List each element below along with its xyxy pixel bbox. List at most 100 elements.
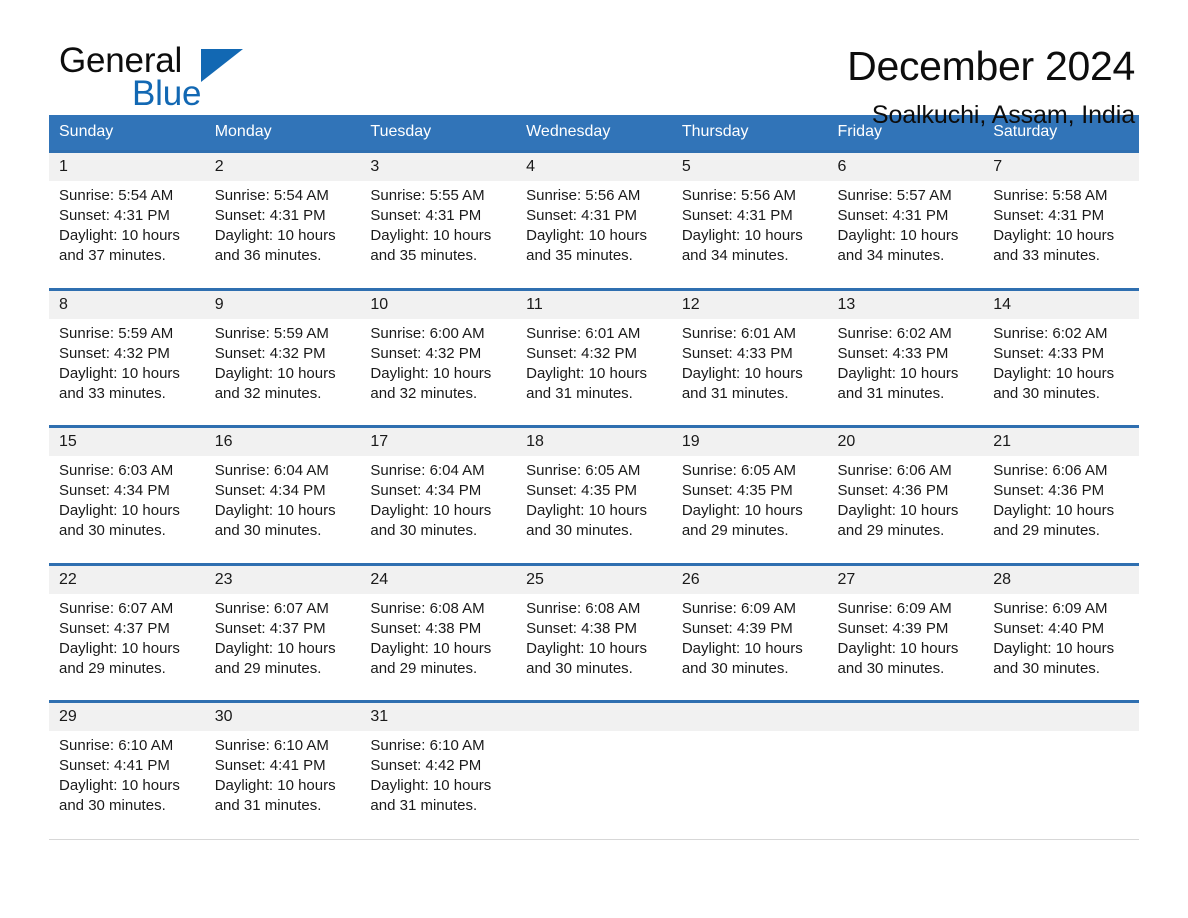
day-daylight1-text: Daylight: 10 hours xyxy=(59,364,180,382)
day-number[interactable]: 13 xyxy=(827,287,984,319)
day-sunrise-text: Sunrise: 6:05 AM xyxy=(681,462,797,479)
day-number[interactable]: 9 xyxy=(204,287,361,319)
day-number[interactable]: 20 xyxy=(827,425,984,456)
day-number[interactable]: 17 xyxy=(360,425,517,456)
day-details: Sunrise: 5:55 AM Sunset: 4:31 PM Daylight:… xyxy=(360,181,517,290)
day-daylight2-text: and 31 minutes. xyxy=(681,384,789,402)
day-number[interactable]: 25 xyxy=(516,562,672,594)
day-details: Sunrise: 6:10 AM Sunset: 4:41 PM Daylight:… xyxy=(204,731,361,840)
day-details: Sunrise: 6:06 AM Sunset: 4:36 PM Daylight:… xyxy=(983,456,1139,565)
day-number[interactable]: 4 xyxy=(516,150,672,181)
day-sunrise-text: Sunrise: 6:05 AM xyxy=(526,462,641,479)
day-sunrise-text: Sunrise: 5:54 AM xyxy=(214,187,329,204)
day-daylight1-text: Daylight: 10 hours xyxy=(837,364,959,382)
week-detail-row: Sunrise: 6:03 AM Sunset: 4:34 PM Daylight:… xyxy=(49,456,1139,565)
day-sunset-text: Sunset: 4:38 PM xyxy=(370,619,482,637)
day-number[interactable]: 1 xyxy=(49,150,205,181)
day-number[interactable]: 11 xyxy=(516,287,672,319)
day-sunset-text: Sunset: 4:31 PM xyxy=(214,207,326,224)
day-number[interactable]: 18 xyxy=(516,425,672,456)
day-number[interactable]: 3 xyxy=(360,150,517,181)
logo-triangle-icon xyxy=(201,49,243,82)
day-details: Sunrise: 6:09 AM Sunset: 4:39 PM Daylight:… xyxy=(827,593,984,702)
day-sunset-text: Sunset: 4:40 PM xyxy=(993,619,1105,637)
day-sunrise-text: Sunrise: 6:02 AM xyxy=(993,324,1108,342)
day-number[interactable]: 5 xyxy=(671,150,828,181)
day-daylight1-text: Daylight: 10 hours xyxy=(526,227,648,244)
empty-day-cell xyxy=(516,731,672,840)
day-number[interactable]: 21 xyxy=(983,425,1139,456)
day-daylight2-text: and 30 minutes. xyxy=(59,797,166,814)
day-number[interactable]: 26 xyxy=(671,562,828,594)
day-details: Sunrise: 5:54 AM Sunset: 4:31 PM Daylight:… xyxy=(49,181,205,290)
day-number[interactable]: 12 xyxy=(671,287,828,319)
day-daylight1-text: Daylight: 10 hours xyxy=(526,639,648,657)
day-number[interactable]: 7 xyxy=(983,150,1139,181)
empty-day-number xyxy=(827,700,984,731)
day-number[interactable]: 10 xyxy=(360,287,517,319)
day-number[interactable]: 30 xyxy=(204,700,361,731)
day-daylight2-text: and 32 minutes. xyxy=(370,384,478,402)
day-daylight2-text: and 29 minutes. xyxy=(370,659,478,677)
day-number[interactable]: 28 xyxy=(983,562,1139,594)
day-details: Sunrise: 6:02 AM Sunset: 4:33 PM Daylight:… xyxy=(827,318,984,427)
day-details: Sunrise: 5:57 AM Sunset: 4:31 PM Daylight:… xyxy=(827,181,984,290)
day-daylight1-text: Daylight: 10 hours xyxy=(214,639,336,657)
day-daylight1-text: Daylight: 10 hours xyxy=(370,364,492,382)
day-daylight2-text: and 31 minutes. xyxy=(370,797,478,814)
day-number[interactable]: 14 xyxy=(983,287,1139,319)
day-sunrise-text: Sunrise: 6:10 AM xyxy=(214,737,329,754)
day-number[interactable]: 29 xyxy=(49,700,205,731)
generalblue-logo[interactable]: General Blue xyxy=(49,42,309,128)
day-number[interactable]: 19 xyxy=(671,425,828,456)
day-number[interactable]: 16 xyxy=(204,425,361,456)
logo-text-blue: Blue xyxy=(132,74,202,113)
day-details: Sunrise: 5:56 AM Sunset: 4:31 PM Daylight:… xyxy=(671,181,828,290)
day-number[interactable]: 27 xyxy=(827,562,984,594)
day-details: Sunrise: 6:02 AM Sunset: 4:33 PM Daylight:… xyxy=(983,318,1139,427)
day-details: Sunrise: 5:58 AM Sunset: 4:31 PM Daylight:… xyxy=(983,181,1139,290)
day-number[interactable]: 24 xyxy=(360,562,517,594)
empty-day-cell xyxy=(983,731,1139,840)
day-sunrise-text: Sunrise: 6:10 AM xyxy=(370,737,485,754)
day-daylight1-text: Daylight: 10 hours xyxy=(214,502,336,519)
week-daynumber-row: 29 30 31 xyxy=(49,700,1139,731)
day-daylight1-text: Daylight: 10 hours xyxy=(59,502,180,519)
day-daylight1-text: Daylight: 10 hours xyxy=(214,777,336,794)
day-daylight1-text: Daylight: 10 hours xyxy=(370,777,492,794)
day-daylight2-text: and 35 minutes. xyxy=(526,247,633,264)
sunrise-sunset-calendar: Sunday Monday Tuesday Wednesday Thursday… xyxy=(49,115,1139,840)
day-number[interactable]: 22 xyxy=(49,562,205,594)
day-sunrise-text: Sunrise: 5:59 AM xyxy=(59,324,174,342)
day-number[interactable]: 2 xyxy=(204,150,361,181)
day-sunrise-text: Sunrise: 6:02 AM xyxy=(837,324,952,342)
day-sunset-text: Sunset: 4:32 PM xyxy=(526,344,638,362)
day-daylight2-text: and 30 minutes. xyxy=(526,659,633,677)
day-sunrise-text: Sunrise: 6:06 AM xyxy=(993,462,1108,479)
day-number[interactable]: 6 xyxy=(827,150,984,181)
day-details: Sunrise: 6:01 AM Sunset: 4:33 PM Daylight:… xyxy=(671,318,828,427)
day-daylight2-text: and 37 minutes. xyxy=(59,247,166,264)
day-number[interactable]: 23 xyxy=(204,562,361,594)
day-daylight1-text: Daylight: 10 hours xyxy=(59,227,180,244)
day-daylight1-text: Daylight: 10 hours xyxy=(837,227,959,244)
day-number[interactable]: 31 xyxy=(360,700,517,731)
day-sunrise-text: Sunrise: 6:03 AM xyxy=(59,462,174,479)
day-sunset-text: Sunset: 4:31 PM xyxy=(837,207,949,224)
weekday-header-tuesday: Tuesday xyxy=(360,115,517,152)
day-daylight2-text: and 30 minutes. xyxy=(993,384,1100,402)
day-details: Sunrise: 6:10 AM Sunset: 4:41 PM Daylight:… xyxy=(49,731,205,840)
day-details: Sunrise: 6:07 AM Sunset: 4:37 PM Daylight:… xyxy=(204,593,361,702)
day-daylight1-text: Daylight: 10 hours xyxy=(681,227,803,244)
day-daylight1-text: Daylight: 10 hours xyxy=(59,777,180,794)
day-sunrise-text: Sunrise: 6:00 AM xyxy=(370,324,485,342)
day-number[interactable]: 8 xyxy=(49,287,205,319)
day-details: Sunrise: 5:56 AM Sunset: 4:31 PM Daylight:… xyxy=(516,181,672,290)
day-sunrise-text: Sunrise: 5:55 AM xyxy=(370,187,485,204)
day-daylight1-text: Daylight: 10 hours xyxy=(214,364,336,382)
day-number[interactable]: 15 xyxy=(49,425,205,456)
day-sunset-text: Sunset: 4:41 PM xyxy=(59,757,170,774)
day-sunset-text: Sunset: 4:37 PM xyxy=(214,619,326,637)
day-sunrise-text: Sunrise: 5:54 AM xyxy=(59,187,174,204)
day-sunset-text: Sunset: 4:32 PM xyxy=(59,344,170,362)
